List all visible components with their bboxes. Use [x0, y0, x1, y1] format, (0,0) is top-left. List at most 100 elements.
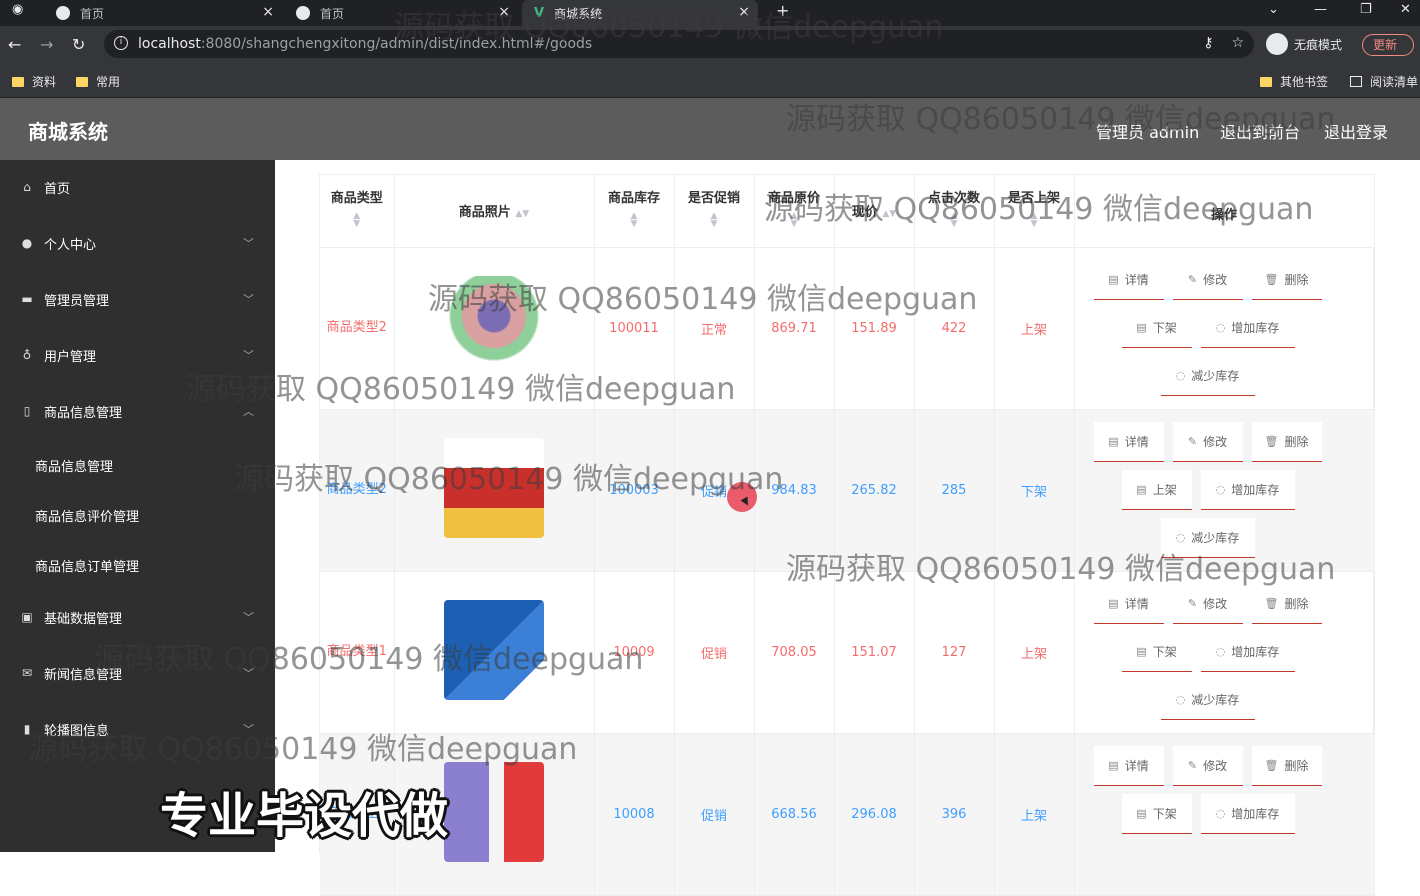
cell-actions: ▤ 详情 ✎ 修改 🗑 删除 ▤ 下架 ◌ 增加库存 ◌ 减少库存 [1074, 247, 1375, 410]
new-tab-button[interactable]: + [776, 1, 789, 20]
table-row: 商品类型1 10009 促销 708.05 151.07 127 上架 ▤ 详情 … [320, 571, 1375, 734]
sidebar-item-users[interactable]: ♁ 用户管理 ﹀ [0, 335, 275, 375]
delete-button[interactable]: 🗑 删除 [1251, 583, 1322, 624]
toggle-shelf-button[interactable]: ▤ 下架 [1121, 307, 1192, 348]
sidebar-sub-goods-orders[interactable]: 商品信息订单管理 [35, 556, 139, 575]
bookmark-folder-ziliao[interactable]: 资料 [12, 73, 56, 90]
document-icon: ▤ [1108, 272, 1119, 286]
window-close-icon[interactable]: ✕ [1400, 2, 1411, 17]
detail-button[interactable]: ▤ 详情 [1093, 421, 1164, 462]
tab-shop-system[interactable]: V 商城系统 × [522, 0, 758, 26]
col-header-orig-price[interactable]: 商品原价 ▲ ▼ [754, 175, 835, 248]
delete-button[interactable]: 🗑 删除 [1251, 421, 1322, 462]
update-button[interactable]: 更新 [1362, 34, 1414, 56]
toggle-shelf-button[interactable]: ▤ 下架 [1121, 631, 1192, 672]
trash-icon: 🗑 [1264, 272, 1279, 286]
tab-home-1[interactable]: 首页 × [52, 0, 282, 26]
sort-icon[interactable]: ▲▼ [515, 209, 529, 219]
col-header-clicks[interactable]: 点击次数 ▲ ▼ [914, 175, 995, 248]
cell-price: 265.82 [834, 409, 915, 572]
sidebar-sub-goods-review[interactable]: 商品信息评价管理 [35, 506, 139, 525]
sort-icon[interactable]: ▲▼ [320, 212, 394, 229]
back-icon[interactable]: ← [8, 35, 21, 54]
edit-button[interactable]: ✎ 修改 [1172, 745, 1243, 786]
close-tab-icon[interactable]: × [498, 4, 510, 20]
detail-button[interactable]: ▤ 详情 [1093, 583, 1164, 624]
sort-icon[interactable]: ▲▼ [595, 212, 674, 229]
table-header: 商品类型 ▲ ▼ 商品照片 ▲▼ 商品库存 ▲ ▼ 是否促销 ▲ ▼ 商品原价 ▲ ▼ 现价 ▲… [320, 175, 1375, 248]
forward-icon[interactable]: → [40, 35, 53, 54]
product-image[interactable] [444, 438, 544, 538]
reduce-stock-button[interactable]: ◌ 减少库存 [1160, 517, 1255, 558]
col-header-stock[interactable]: 商品库存 ▲ ▼ [594, 175, 675, 248]
sort-icon[interactable]: ▲▼ [915, 212, 994, 229]
detail-button[interactable]: ▤ 详情 [1093, 259, 1164, 300]
sidebar-item-home[interactable]: ⌂ 首页 [0, 167, 275, 207]
sort-icon[interactable]: ▲▼ [995, 212, 1074, 229]
col-header-type[interactable]: 商品类型 ▲ ▼ [320, 175, 395, 248]
product-image[interactable] [444, 276, 544, 376]
sidebar-item-basic-data[interactable]: ▣ 基础数据管理 ﹀ [0, 597, 275, 637]
toggle-shelf-button[interactable]: ▤ 上架 [1121, 469, 1192, 510]
click-highlight [727, 482, 757, 512]
close-tab-icon[interactable]: × [262, 4, 274, 20]
front-page-link[interactable]: 退出到前台 [1220, 119, 1300, 143]
app-title: 商城系统 [28, 120, 108, 144]
close-tab-icon[interactable]: × [738, 4, 750, 20]
sort-icon[interactable]: ▲▼ [755, 212, 834, 229]
sidebar-item-news[interactable]: ✉ 新闻信息管理 ﹀ [0, 653, 275, 693]
sidebar-item-admins[interactable]: ▬ 管理员管理 ﹀ [0, 279, 275, 319]
edit-button[interactable]: ✎ 修改 [1172, 259, 1243, 300]
home-icon: ⌂ [23, 180, 31, 194]
delete-button[interactable]: 🗑 删除 [1251, 745, 1322, 786]
browser-menu-icon[interactable]: ◉ [12, 2, 23, 17]
trash-icon: 🗑 [1264, 596, 1279, 610]
browser-tab-bar: ◉ 首页 × 首页 × V 商城系统 × + ⌄ — ❐ ✕ [0, 0, 1420, 26]
sort-icon[interactable]: ▲▼ [675, 212, 754, 229]
incognito-indicator[interactable]: 无痕模式 [1266, 31, 1342, 57]
col-header-photo[interactable]: 商品照片 ▲▼ [394, 175, 595, 248]
add-stock-button[interactable]: ◌ 增加库存 [1200, 307, 1295, 348]
edit-button[interactable]: ✎ 修改 [1172, 583, 1243, 624]
document-icon: ▤ [1136, 644, 1147, 658]
sidebar-item-carousel[interactable]: ▮ 轮播图信息 ﹀ [0, 709, 275, 749]
tab-home-2[interactable]: 首页 × [292, 0, 518, 26]
url-field[interactable]: i localhost:8080/shangchengxitong/admin/… [104, 30, 1254, 58]
delete-button[interactable]: 🗑 删除 [1251, 259, 1322, 300]
cell-clicks: 127 [914, 571, 995, 734]
product-image[interactable] [444, 600, 544, 700]
cell-clicks: 396 [914, 733, 995, 896]
reduce-stock-button[interactable]: ◌ 减少库存 [1160, 355, 1255, 396]
bookmark-folder-changyong[interactable]: 常用 [76, 73, 120, 90]
col-header-price[interactable]: 现价 ▲▼ [834, 175, 915, 248]
logout-link[interactable]: 退出登录 [1324, 119, 1388, 143]
chevron-up-icon: ︿ [243, 405, 254, 418]
add-stock-button[interactable]: ◌ 增加库存 [1200, 469, 1295, 510]
star-icon[interactable]: ☆ [1231, 35, 1244, 51]
col-header-promo[interactable]: 是否促销 ▲ ▼ [674, 175, 755, 248]
bookmark-reading-list[interactable]: 阅读清单 [1350, 73, 1418, 90]
edit-button[interactable]: ✎ 修改 [1172, 421, 1243, 462]
info-icon[interactable]: i [114, 36, 128, 50]
sort-icon[interactable]: ▲▼ [882, 209, 896, 219]
add-stock-button[interactable]: ◌ 增加库存 [1200, 631, 1295, 672]
sidebar-sub-goods-info[interactable]: 商品信息管理 [35, 456, 113, 475]
toggle-shelf-button[interactable]: ▤ 下架 [1121, 793, 1192, 834]
cell-orig-price: 984.83 [754, 409, 835, 572]
minimize-icon[interactable]: — [1314, 2, 1327, 17]
add-stock-button[interactable]: ◌ 增加库存 [1200, 793, 1295, 834]
reduce-stock-button[interactable]: ◌ 减少库存 [1160, 679, 1255, 720]
restore-icon[interactable]: ❐ [1360, 2, 1372, 17]
bookmark-other[interactable]: 其他书签 [1260, 73, 1328, 90]
col-header-shelf[interactable]: 是否上架 ▲ ▼ [994, 175, 1075, 248]
cell-shelf: 上架 [994, 247, 1075, 410]
product-image[interactable] [444, 762, 544, 862]
chevron-down-icon: ﹀ [243, 293, 254, 306]
tab-search-icon[interactable]: ⌄ [1268, 2, 1279, 17]
key-icon[interactable]: ⚷ [1203, 35, 1213, 51]
detail-button[interactable]: ▤ 详情 [1093, 745, 1164, 786]
sidebar-item-personal[interactable]: ● 个人中心 ﹀ [0, 223, 275, 263]
sidebar-item-goods[interactable]: ▯ 商品信息管理 ︿ [0, 391, 275, 431]
cell-price: 151.07 [834, 571, 915, 734]
reload-icon[interactable]: ↻ [72, 35, 85, 54]
